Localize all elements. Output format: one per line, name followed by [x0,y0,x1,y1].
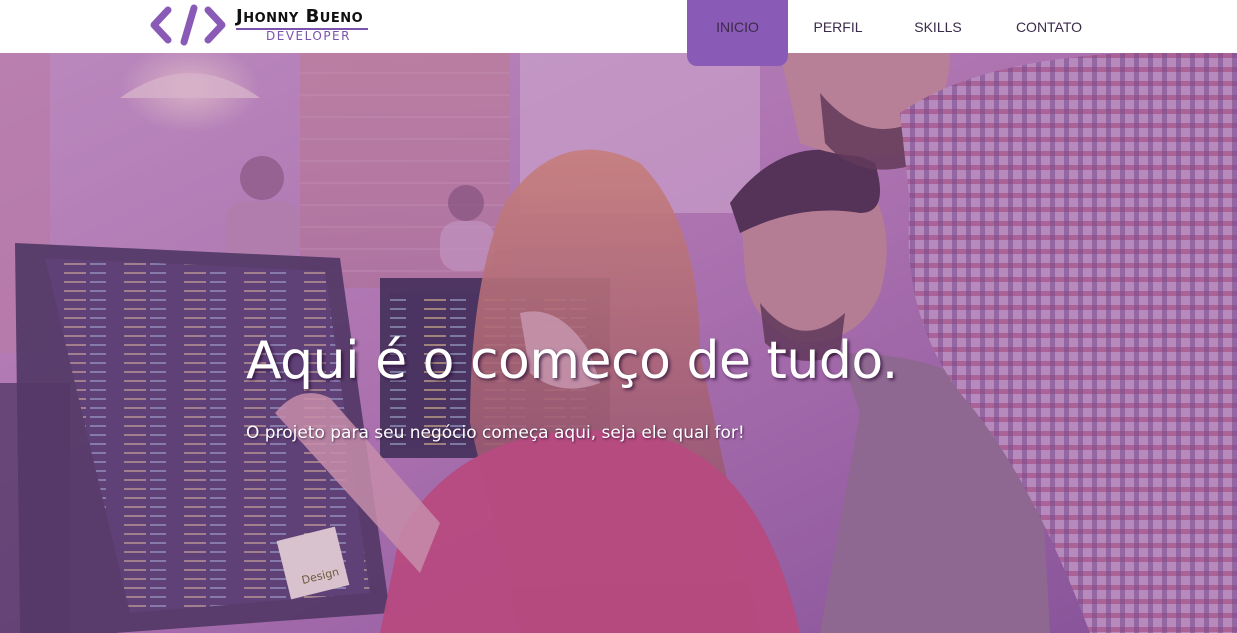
nav-item-inicio[interactable]: INICIO [687,0,788,66]
code-brackets-icon [150,4,226,46]
brand-name: Jhonny Bueno [236,6,364,27]
hero-subtitle: O projeto para seu negócio começa aqui, … [246,423,745,443]
brand-logo[interactable]: Jhonny Bueno DEVELOPER [150,4,375,46]
nav-item-label: CONTATO [1015,18,1083,35]
hero-title: Aqui é o começo de tudo. [246,331,898,391]
nav-item-contato[interactable]: CONTATO [1010,0,1088,53]
brand-tagline: DEVELOPER [266,29,351,43]
nav-item-perfil[interactable]: PERFIL [802,0,874,53]
nav-item-skills[interactable]: SKILLS [905,0,971,53]
nav-item-label: INICIO [716,19,759,35]
site-header: Jhonny Bueno DEVELOPER INICIO PERFIL SKI… [0,0,1237,66]
nav-item-label: PERFIL [813,18,863,35]
nav-item-label: SKILLS [914,18,962,35]
hero-section: Design Aqui é o começo de tudo. O projet… [0,53,1237,633]
